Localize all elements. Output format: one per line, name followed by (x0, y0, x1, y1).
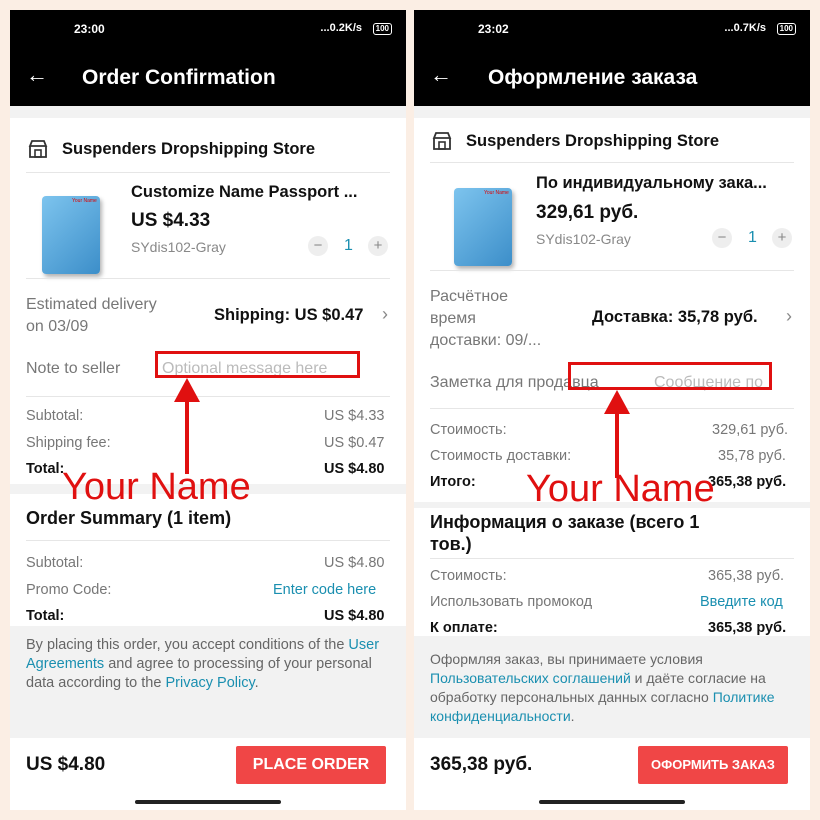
network-speed: ...0.7K/s (724, 22, 766, 34)
quantity-increase-button[interactable]: + (772, 228, 792, 248)
arrow-left-icon[interactable]: ← (430, 64, 452, 86)
summary-subtotal-label: Стоимость: (430, 568, 507, 584)
summary-subtotal-label: Subtotal: (26, 555, 84, 571)
highlight-box (155, 351, 360, 378)
annotation-text: Your Name (62, 466, 251, 508)
shipping-fee-value: US $0.47 (324, 435, 385, 451)
order-summary-card: Order Summary (1 item) Subtotal: US $4.8… (10, 494, 406, 626)
phone-screen-english: 23:00 ...0.2K/s 100 ← Order Confirmation… (10, 10, 406, 810)
order-card: Suspenders Dropshipping Store Your Name … (10, 118, 406, 484)
policy-text-part: Оформляя заказ, вы принимаете условия (430, 651, 703, 667)
arrow-left-icon[interactable]: ← (26, 64, 48, 86)
enter-promo-code-link[interactable]: Enter code here (273, 582, 376, 598)
quantity-value: 1 (748, 229, 757, 246)
shipping-fee-label: Стоимость доставки: (430, 448, 572, 464)
product-name[interactable]: Customize Name Passport ... (131, 183, 357, 202)
summary-total-value: 365,38 руб. (708, 620, 787, 636)
total-label: Итого: (430, 474, 476, 490)
quantity-increase-button[interactable]: + (368, 236, 388, 256)
checkout-bar: US $4.80 PLACE ORDER (10, 738, 406, 810)
battery-icon: 100 (372, 23, 392, 35)
policy-text: Оформляя заказ, вы принимаете условия По… (430, 650, 796, 726)
product-price: 329,61 руб. (536, 202, 639, 223)
note-label: Note to seller (26, 360, 121, 377)
promo-code-label: Использовать промокод (430, 594, 593, 610)
enter-promo-code-link[interactable]: Введите код (700, 594, 783, 610)
delivery-date: доставки: 09/... (430, 332, 542, 349)
total-label: Total: (26, 461, 65, 477)
product-name[interactable]: По индивидуальному зака... (536, 174, 767, 193)
checkout-bar: 365,38 руб. ОФОРМИТЬ ЗАКАЗ (414, 738, 810, 810)
status-bar: 23:00 ...0.2K/s 100 (10, 10, 406, 50)
phone-screen-russian: 23:02 ...0.7K/s 100 ← Оформление заказа … (414, 10, 810, 810)
subtotal-value: 329,61 руб. (712, 422, 789, 438)
order-summary-title: Информация о заказе (всего 1 (430, 512, 700, 532)
summary-subtotal-value: 365,38 руб. (708, 568, 785, 584)
image-name-label: Your Name (484, 190, 509, 196)
quantity-decrease-button[interactable]: − (308, 236, 328, 256)
user-agreements-link[interactable]: Пользовательских соглашений (430, 670, 631, 686)
shipping-fee-label: Shipping fee: (26, 435, 111, 451)
home-indicator (135, 800, 281, 804)
store-icon (28, 140, 48, 158)
summary-total-label: К оплате: (430, 620, 498, 636)
arrow-up-icon (604, 390, 630, 478)
chevron-right-icon[interactable]: › (786, 306, 792, 327)
shipping-fee-value: 35,78 руб. (718, 448, 786, 464)
policy-text-part: By placing this order, you accept condit… (26, 637, 349, 653)
arrow-up-icon (174, 378, 200, 474)
subtotal-value: US $4.33 (324, 408, 385, 424)
policy-text-part: . (570, 708, 575, 724)
status-time: 23:02 (478, 22, 509, 36)
product-variant: SYdis102-Gray (536, 231, 631, 247)
page-title: Order Confirmation (82, 66, 276, 89)
delivery-label: Estimated delivery (26, 296, 157, 313)
header: ← Order Confirmation (10, 50, 406, 106)
summary-subtotal-value: US $4.80 (324, 555, 385, 571)
status-bar: 23:02 ...0.7K/s 100 (414, 10, 810, 50)
total-value: 365,38 руб. (708, 474, 787, 490)
shipping-cost[interactable]: Shipping: US $0.47 (214, 306, 363, 325)
order-summary-card: Информация о заказе (всего 1 тов.) Стоим… (414, 508, 810, 636)
image-name-label: Your Name (72, 198, 97, 204)
place-order-button[interactable]: ОФОРМИТЬ ЗАКАЗ (638, 746, 788, 784)
policy-text-part: . (254, 675, 259, 691)
quantity-decrease-button[interactable]: − (712, 228, 732, 248)
quantity-value: 1 (344, 237, 353, 254)
annotation-text: Your Name (526, 468, 715, 510)
summary-total-value: US $4.80 (324, 608, 385, 624)
summary-total-label: Total: (26, 608, 65, 624)
battery-icon: 100 (776, 23, 796, 35)
delivery-label: Расчётное (430, 288, 509, 305)
store-icon (432, 132, 452, 150)
subtotal-label: Subtotal: (26, 408, 84, 424)
subtotal-label: Стоимость: (430, 422, 507, 438)
shipping-cost[interactable]: Доставка: 35,78 руб. (592, 308, 758, 327)
network-speed: ...0.2K/s (320, 22, 362, 34)
promo-code-label: Promo Code: (26, 582, 112, 598)
store-name[interactable]: Suspenders Dropshipping Store (62, 140, 315, 159)
delivery-date: on 03/09 (26, 318, 89, 335)
product-image[interactable]: Your Name (454, 188, 512, 266)
place-order-button[interactable]: PLACE ORDER (236, 746, 386, 784)
product-variant: SYdis102-Gray (131, 239, 226, 255)
bottom-total: 365,38 руб. (430, 754, 533, 775)
header: ← Оформление заказа (414, 50, 810, 106)
order-summary-title-line2: тов.) (430, 534, 472, 554)
chevron-right-icon[interactable]: › (382, 304, 388, 325)
home-indicator (539, 800, 685, 804)
product-price: US $4.33 (131, 210, 211, 231)
delivery-label-2: время (430, 310, 476, 327)
status-time: 23:00 (74, 22, 105, 36)
bottom-total: US $4.80 (26, 754, 106, 775)
total-value: US $4.80 (324, 461, 385, 477)
product-image[interactable]: Your Name (42, 196, 100, 274)
order-summary-title: Order Summary (1 item) (26, 508, 232, 528)
page-title: Оформление заказа (488, 66, 698, 89)
policy-text: By placing this order, you accept condit… (26, 636, 392, 693)
store-name[interactable]: Suspenders Dropshipping Store (466, 132, 719, 151)
highlight-box (568, 362, 772, 390)
privacy-policy-link[interactable]: Privacy Policy (165, 675, 254, 691)
